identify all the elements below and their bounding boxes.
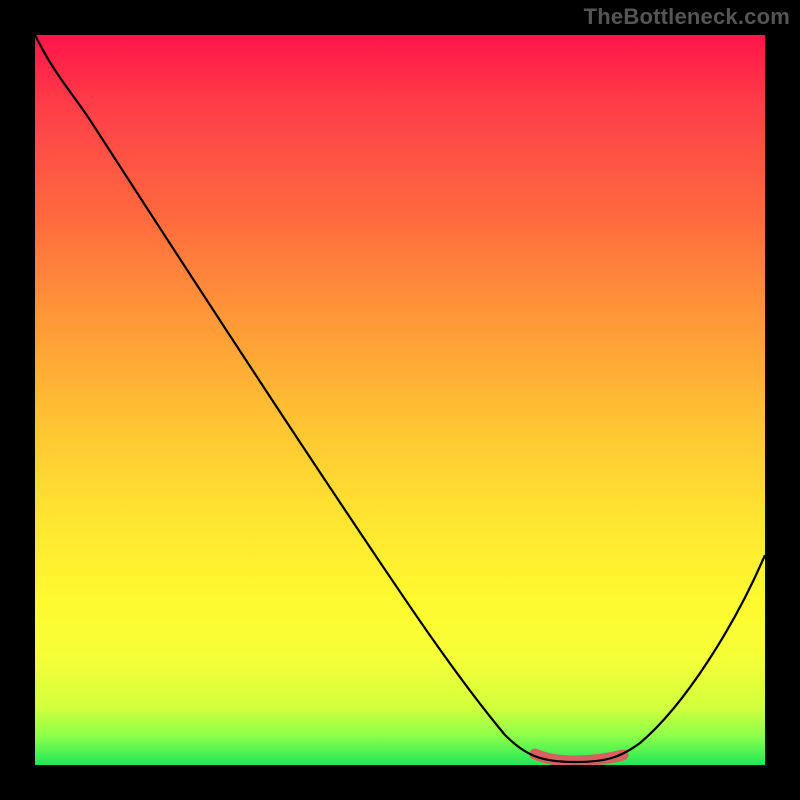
chart-container: TheBottleneck.com <box>0 0 800 800</box>
curve-svg <box>35 35 765 765</box>
watermark-label: TheBottleneck.com <box>584 4 790 30</box>
plot-area <box>35 35 765 765</box>
bottleneck-curve <box>35 35 765 762</box>
